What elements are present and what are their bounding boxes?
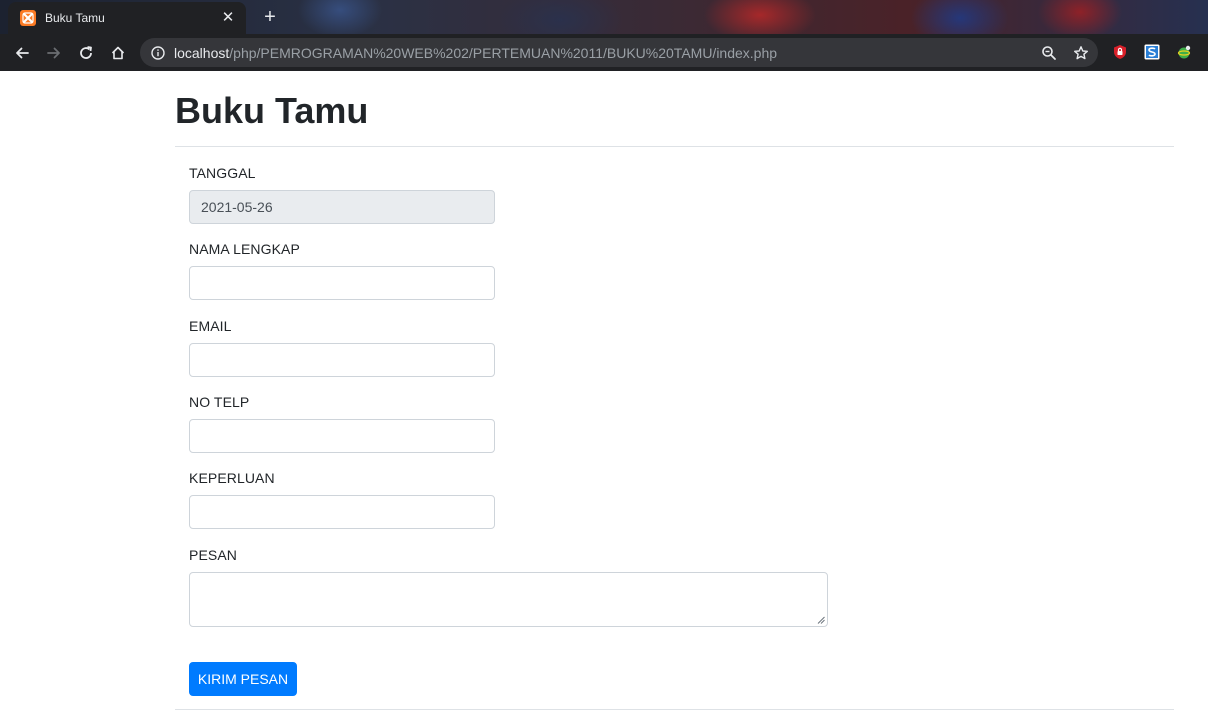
bottom-divider xyxy=(175,709,1174,710)
pesan-textarea[interactable] xyxy=(189,572,828,627)
tab-title: Buku Tamu xyxy=(45,11,105,25)
nama-lengkap-label: NAMA LENGKAP xyxy=(189,241,300,257)
kirim-pesan-button[interactable]: KIRIM PESAN xyxy=(189,662,297,696)
home-icon[interactable] xyxy=(102,37,134,69)
tab-strip: Buku Tamu ✕ + xyxy=(0,0,1208,34)
keperluan-label: KEPERLUAN xyxy=(189,470,275,486)
tanggal-field[interactable]: 2021-05-26 xyxy=(189,190,495,224)
back-icon[interactable] xyxy=(6,37,38,69)
url-text[interactable]: localhost/php/PEMROGRAMAN%20WEB%202/PERT… xyxy=(174,45,777,61)
address-bar[interactable]: localhost/php/PEMROGRAMAN%20WEB%202/PERT… xyxy=(140,38,1098,67)
url-path: /php/PEMROGRAMAN%20WEB%202/PERTEMUAN%201… xyxy=(229,44,778,61)
browser-tab[interactable]: Buku Tamu ✕ xyxy=(8,2,246,34)
xampp-favicon-icon xyxy=(20,10,36,26)
top-divider xyxy=(175,146,1174,147)
email-field[interactable] xyxy=(189,343,495,377)
keperluan-field[interactable] xyxy=(189,495,495,529)
reload-icon[interactable] xyxy=(70,37,102,69)
email-label: EMAIL xyxy=(189,318,232,334)
extension-globe-icon[interactable] xyxy=(1175,43,1193,61)
tab-close-icon[interactable]: ✕ xyxy=(220,10,236,26)
page-content: Buku Tamu TANGGAL 2021-05-26 NAMA LENGKA… xyxy=(0,71,1208,720)
extension-s-icon[interactable] xyxy=(1143,43,1161,61)
browser-toolbar: localhost/php/PEMROGRAMAN%20WEB%202/PERT… xyxy=(0,34,1208,71)
extension-shield-icon[interactable] xyxy=(1111,43,1129,61)
forward-icon[interactable] xyxy=(38,37,70,69)
tanggal-label: TANGGAL xyxy=(189,165,256,181)
no-telp-label: NO TELP xyxy=(189,394,250,410)
page-title: Buku Tamu xyxy=(175,90,369,131)
nama-lengkap-field[interactable] xyxy=(189,266,495,300)
url-host: localhost xyxy=(174,44,230,61)
resize-grip-icon[interactable] xyxy=(817,616,825,624)
pesan-label: PESAN xyxy=(189,547,237,563)
no-telp-field[interactable] xyxy=(189,419,495,453)
star-icon[interactable] xyxy=(1072,44,1090,62)
zoom-icon[interactable] xyxy=(1040,44,1058,62)
new-tab-button[interactable]: + xyxy=(256,5,284,29)
info-icon[interactable] xyxy=(150,45,166,61)
